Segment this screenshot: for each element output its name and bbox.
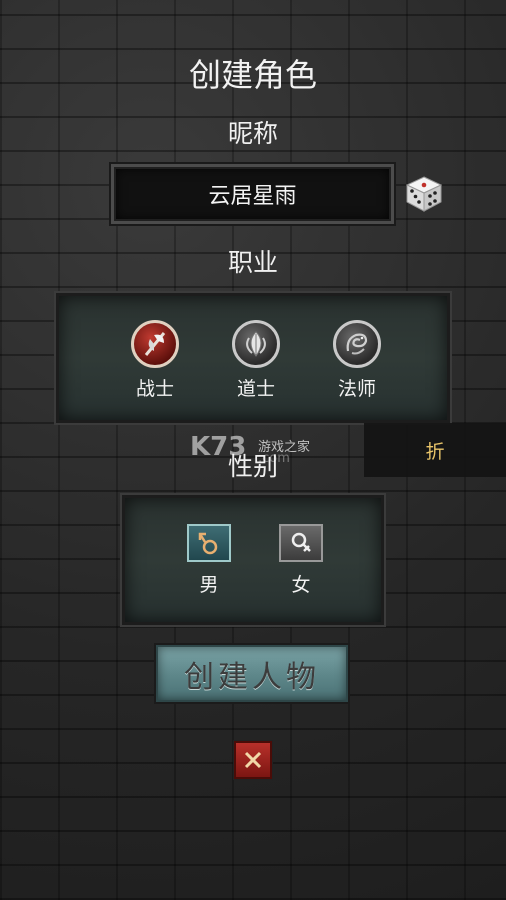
discount-tab[interactable]: 折: [364, 423, 506, 477]
watermark-logo: K73: [190, 432, 247, 462]
dice-icon[interactable]: [404, 174, 444, 214]
female-icon: [279, 524, 323, 562]
class-option-taoist[interactable]: 道士: [216, 320, 296, 401]
class-label: 职业: [227, 248, 278, 277]
page-title: 创建角色: [188, 56, 317, 94]
close-icon: [244, 751, 262, 769]
watermark-domain: .com: [258, 451, 290, 466]
class-label-mage: 法师: [337, 378, 376, 400]
male-icon: [187, 524, 231, 562]
close-button[interactable]: [233, 740, 273, 780]
axe-icon: [131, 320, 179, 368]
class-label-taoist: 道士: [236, 378, 275, 400]
class-label-warrior: 战士: [135, 378, 174, 400]
nickname-input[interactable]: 云居星雨: [109, 162, 396, 226]
gender-label-male: 男: [199, 574, 219, 596]
create-character-button[interactable]: 创建人物: [154, 643, 350, 704]
class-option-warrior[interactable]: 战士: [115, 320, 195, 401]
gender-option-female[interactable]: 女: [271, 524, 331, 597]
dragon-icon: [333, 320, 381, 368]
gender-option-male[interactable]: 男: [179, 524, 239, 597]
class-panel: 战士 道士 法师: [56, 293, 450, 423]
gender-label-female: 女: [291, 574, 311, 596]
class-option-mage[interactable]: 法师: [317, 320, 397, 401]
leaf-icon: [232, 320, 280, 368]
gender-panel: 男 女: [122, 495, 384, 625]
nickname-label: 昵称: [227, 119, 278, 148]
